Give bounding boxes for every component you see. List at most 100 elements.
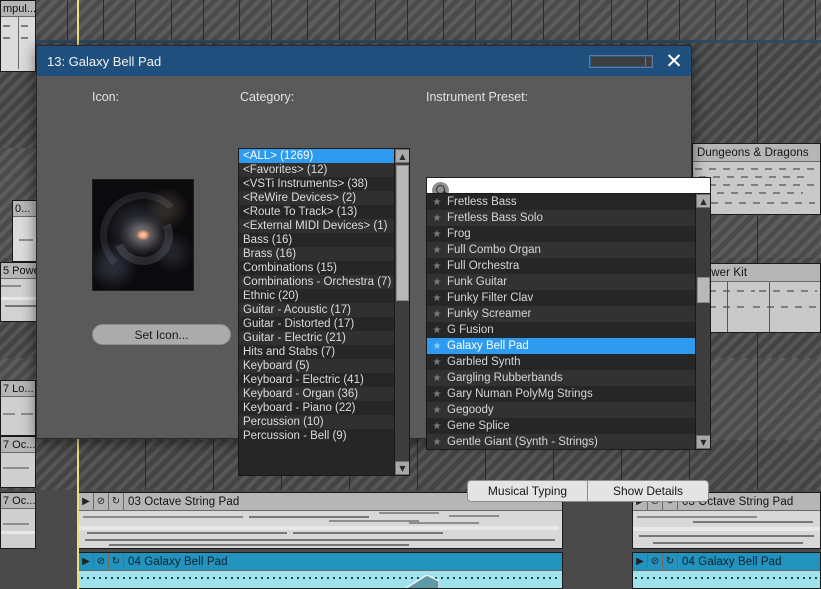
preset-list[interactable]: ★ Fretless Bass ★ Fretless Bass Solo ★ Frog ★ F… <box>427 194 695 449</box>
preset-list-item[interactable]: ★ G Fusion <box>427 322 695 338</box>
category-list-item[interactable]: Guitar - Acoustic (17) <box>239 303 394 317</box>
category-list-item[interactable]: Keyboard (5) <box>239 359 394 373</box>
star-icon[interactable]: ★ <box>427 245 447 256</box>
clip-header[interactable]: ▶ ⊘ ↻ 04 Galaxy Bell Pad <box>79 553 562 571</box>
loop-icon[interactable]: ↻ <box>109 553 124 571</box>
preset-list-item[interactable]: ★ Funky Filter Clav <box>427 290 695 306</box>
category-list-item[interactable]: Keyboard - Piano (22) <box>239 401 394 415</box>
rail-clip-0[interactable]: 0... <box>12 200 38 262</box>
loop-icon[interactable]: ↻ <box>663 553 678 571</box>
star-icon[interactable]: ★ <box>427 261 447 272</box>
category-list-item[interactable]: Keyboard - Electric (41) <box>239 373 394 387</box>
star-icon[interactable]: ★ <box>427 213 447 224</box>
star-icon[interactable]: ★ <box>427 357 447 368</box>
scrollbar-thumb[interactable] <box>697 277 710 303</box>
star-icon[interactable]: ★ <box>427 293 447 304</box>
category-list-item[interactable]: Ethnic (20) <box>239 289 394 303</box>
set-icon-button[interactable]: Set Icon... <box>92 324 231 345</box>
clip-header[interactable]: ▶ ⊘ ↻ 04 Galaxy Bell Pad <box>633 553 820 571</box>
category-list-item[interactable]: Percussion (10) <box>239 415 394 429</box>
preset-list-item[interactable]: ★ Fretless Bass <box>427 194 695 210</box>
category-list-item[interactable]: Guitar - Electric (21) <box>239 331 394 345</box>
clip-04-galaxy-bell-pad-2[interactable]: ▶ ⊘ ↻ 04 Galaxy Bell Pad <box>632 552 821 589</box>
scrollbar-thumb[interactable] <box>396 165 409 301</box>
preset-list-item[interactable]: ★ Fretless Bass Solo <box>427 210 695 226</box>
preset-list-item[interactable]: ★ Full Combo Organ <box>427 242 695 258</box>
star-icon[interactable]: ★ <box>427 341 447 352</box>
preset-list-item[interactable]: ★ Gegoody <box>427 402 695 418</box>
star-icon[interactable]: ★ <box>427 405 447 416</box>
star-icon[interactable]: ★ <box>427 229 447 240</box>
dialog-button-row[interactable]: Musical Typing Show Details <box>467 480 709 502</box>
show-details-button[interactable]: Show Details <box>588 480 709 502</box>
preset-list-item[interactable]: ★ Galaxy Bell Pad <box>427 338 695 354</box>
category-list-item[interactable]: <VSTi Instruments> (38) <box>239 177 394 191</box>
category-listbox[interactable]: <ALL> (1269) <Favorites> (12) <VSTi Instru… <box>238 148 410 476</box>
preset-list-item[interactable]: ★ Gary Numan PolyMg Strings <box>427 386 695 402</box>
titlebar-widget[interactable] <box>589 54 653 68</box>
star-icon[interactable]: ★ <box>427 309 447 320</box>
close-icon[interactable]: ✕ <box>663 50 685 72</box>
category-list[interactable]: <ALL> (1269) <Favorites> (12) <VSTi Instru… <box>239 149 394 475</box>
preset-scrollbar[interactable]: ▲ ▼ <box>695 194 710 449</box>
category-list-item[interactable]: Hits and Stabs (7) <box>239 345 394 359</box>
category-list-item[interactable]: <Route To Track> (13) <box>239 205 394 219</box>
preset-list-item[interactable]: ★ Garbled Synth <box>427 354 695 370</box>
play-icon[interactable]: ▶ <box>79 553 94 571</box>
preset-list-item[interactable]: ★ Full Orchestra <box>427 258 695 274</box>
clip-header[interactable]: Dungeons & Dragons <box>693 144 820 162</box>
category-list-item[interactable]: Percussion - Bell (9) <box>239 429 394 443</box>
clip-controls[interactable]: ▶ ⊘ ↻ <box>79 493 124 511</box>
category-list-item[interactable]: Keyboard - Organ (36) <box>239 387 394 401</box>
category-list-item[interactable]: Combinations - Orchestra (7) <box>239 275 394 289</box>
star-icon[interactable]: ★ <box>427 325 447 336</box>
star-icon[interactable]: ★ <box>427 437 447 448</box>
clip-controls[interactable]: ▶ ⊘ ↻ <box>79 553 124 571</box>
category-scrollbar[interactable]: ▲ ▼ <box>394 149 409 475</box>
category-list-item[interactable]: Guitar - Distorted (17) <box>239 317 394 331</box>
category-list-item[interactable]: Combinations (15) <box>239 261 394 275</box>
triangle-up-icon[interactable]: ▲ <box>696 194 710 208</box>
loop-icon[interactable]: ↻ <box>109 493 124 511</box>
clip-dungeons-dragons[interactable]: Dungeons & Dragons <box>692 143 821 215</box>
timeline-ruler[interactable] <box>0 0 821 40</box>
star-icon[interactable]: ★ <box>427 197 447 208</box>
titlebar-controls[interactable]: ✕ <box>589 50 685 72</box>
category-list-item[interactable]: Brass (16) <box>239 247 394 261</box>
preset-list-item[interactable]: ★ Gargling Rubberbands <box>427 370 695 386</box>
triangle-down-icon[interactable]: ▼ <box>395 461 409 475</box>
clip-header[interactable]: Power Kit <box>693 264 820 282</box>
star-icon[interactable]: ★ <box>427 421 447 432</box>
star-icon[interactable]: ★ <box>427 389 447 400</box>
category-list-item[interactable]: <ALL> (1269) <box>239 149 394 163</box>
clip-power-kit[interactable]: Power Kit <box>692 263 821 333</box>
triangle-down-icon[interactable]: ▼ <box>696 435 710 449</box>
preset-listbox[interactable]: ★ Fretless Bass ★ Fretless Bass Solo ★ Frog ★ F… <box>426 193 711 450</box>
category-list-item[interactable]: Bass (16) <box>239 233 394 247</box>
play-icon[interactable]: ▶ <box>633 553 648 571</box>
star-icon[interactable]: ★ <box>427 373 447 384</box>
preset-list-item[interactable]: ★ Funk Guitar <box>427 274 695 290</box>
rail-clip-lo[interactable]: 7 Lo... <box>0 380 36 436</box>
rail-clip-oc-2[interactable]: 7 Oc... <box>0 492 36 549</box>
category-list-item[interactable]: <Favorites> (12) <box>239 163 394 177</box>
mute-icon[interactable]: ⊘ <box>94 553 109 571</box>
preset-list-item[interactable]: ★ Funky Screamer <box>427 306 695 322</box>
rail-clip-impulse[interactable]: mpul... <box>0 0 36 72</box>
category-list-item[interactable]: <External MIDI Devices> (1) <box>239 219 394 233</box>
play-icon[interactable]: ▶ <box>79 493 94 511</box>
dialog-titlebar[interactable]: 13: Galaxy Bell Pad ✕ <box>37 46 691 76</box>
preset-list-item[interactable]: ★ Frog <box>427 226 695 242</box>
star-icon[interactable]: ★ <box>427 277 447 288</box>
clip-controls[interactable]: ▶ ⊘ ↻ <box>633 553 678 571</box>
musical-typing-button[interactable]: Musical Typing <box>467 480 588 502</box>
triangle-up-icon[interactable]: ▲ <box>395 149 409 163</box>
preset-list-item[interactable]: ★ Gentle Giant (Synth - Strings) <box>427 434 695 449</box>
rail-clip-oc[interactable]: 7 Oc... <box>0 436 36 488</box>
rail-clip-power[interactable]: 5 Powe <box>0 262 38 322</box>
preset-list-item[interactable]: ★ Gene Splice <box>427 418 695 434</box>
mute-icon[interactable]: ⊘ <box>648 553 663 571</box>
clip-04-galaxy-bell-pad[interactable]: ▶ ⊘ ↻ 04 Galaxy Bell Pad <box>78 552 563 589</box>
category-list-item[interactable]: <ReWire Devices> (2) <box>239 191 394 205</box>
mute-icon[interactable]: ⊘ <box>94 493 109 511</box>
